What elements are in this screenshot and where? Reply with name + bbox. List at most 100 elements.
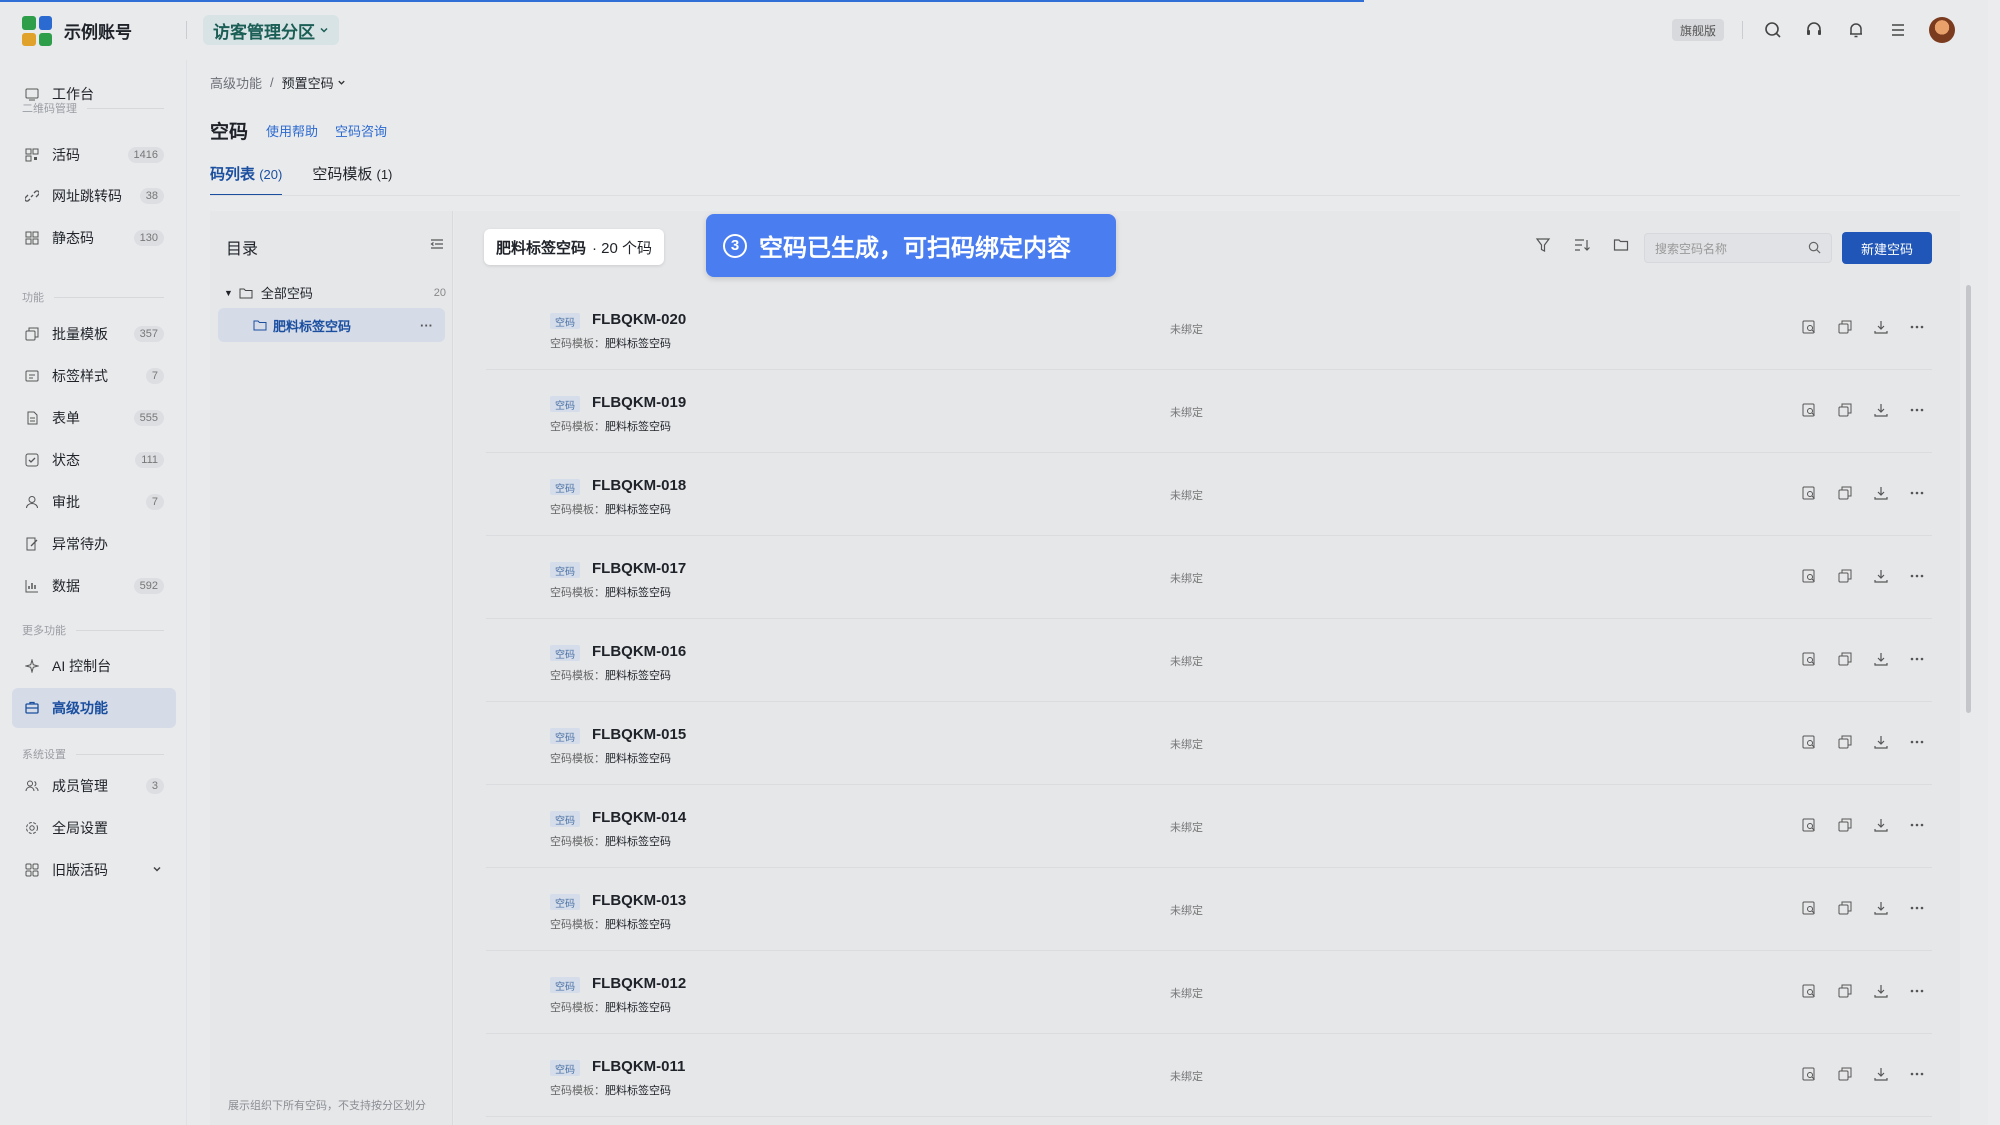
code-name[interactable]: FLBQKM-017 bbox=[592, 560, 686, 577]
copy-icon[interactable] bbox=[1836, 484, 1854, 502]
sidebar-item-data[interactable]: 数据 592 bbox=[12, 566, 176, 606]
preview-icon[interactable] bbox=[1800, 484, 1818, 502]
code-name[interactable]: FLBQKM-019 bbox=[592, 394, 686, 411]
sidebar-item-live-code[interactable]: 活码 1416 bbox=[12, 135, 176, 175]
help-link[interactable]: 使用帮助 bbox=[266, 121, 318, 140]
tab-code-list[interactable]: 码列表 (20) bbox=[210, 163, 283, 196]
breadcrumb-parent[interactable]: 高级功能 bbox=[210, 73, 262, 92]
sidebar-item-form[interactable]: 表单 555 bbox=[12, 398, 176, 438]
sidebar-item-batch-template[interactable]: 批量模板 357 bbox=[12, 314, 176, 354]
sidebar-item-approval[interactable]: 审批 7 bbox=[12, 482, 176, 522]
copy-icon[interactable] bbox=[1836, 733, 1854, 751]
list-item[interactable]: 空码 FLBQKM-018 空码模板：肥料标签空码 未绑定 bbox=[486, 453, 1932, 536]
preview-icon[interactable] bbox=[1800, 318, 1818, 336]
bell-icon[interactable] bbox=[1844, 18, 1868, 42]
tree-node-fertilizer[interactable]: 肥料标签空码 ··· bbox=[218, 308, 445, 342]
download-icon[interactable] bbox=[1872, 1065, 1890, 1083]
user-avatar[interactable] bbox=[1929, 17, 1955, 43]
sidebar-item-legacy-code[interactable]: 旧版活码 bbox=[12, 850, 176, 890]
tab-empty-template[interactable]: 空码模板 (1) bbox=[312, 163, 392, 196]
sidebar-item-static-code[interactable]: 静态码 130 bbox=[12, 218, 176, 258]
download-icon[interactable] bbox=[1872, 484, 1890, 502]
more-icon[interactable]: ··· bbox=[420, 318, 433, 333]
sort-icon[interactable] bbox=[1574, 237, 1590, 258]
copy-icon[interactable] bbox=[1836, 567, 1854, 585]
preview-icon[interactable] bbox=[1800, 816, 1818, 834]
sidebar-item-advanced[interactable]: 高级功能 bbox=[12, 688, 176, 728]
preview-icon[interactable] bbox=[1800, 567, 1818, 585]
download-icon[interactable] bbox=[1872, 733, 1890, 751]
list-item[interactable]: 空码 FLBQKM-012 空码模板：肥料标签空码 未绑定 bbox=[486, 951, 1932, 1034]
copy-icon[interactable] bbox=[1836, 816, 1854, 834]
list-item[interactable]: 空码 FLBQKM-015 空码模板：肥料标签空码 未绑定 bbox=[486, 702, 1932, 785]
chevron-down-icon[interactable] bbox=[337, 75, 346, 90]
code-name[interactable]: FLBQKM-013 bbox=[592, 892, 686, 909]
list-item[interactable]: 空码 FLBQKM-014 空码模板：肥料标签空码 未绑定 bbox=[486, 785, 1932, 868]
search-icon[interactable] bbox=[1761, 18, 1785, 42]
copy-icon[interactable] bbox=[1836, 650, 1854, 668]
more-icon[interactable] bbox=[1908, 567, 1926, 585]
tree-node-all[interactable]: ▼ 全部空码 20 bbox=[224, 283, 446, 302]
partition-selector[interactable]: 访客管理分区 bbox=[203, 15, 339, 45]
copy-icon[interactable] bbox=[1836, 899, 1854, 917]
preview-icon[interactable] bbox=[1800, 982, 1818, 1000]
new-empty-code-button[interactable]: 新建空码 bbox=[1842, 232, 1932, 264]
download-icon[interactable] bbox=[1872, 982, 1890, 1000]
download-icon[interactable] bbox=[1872, 816, 1890, 834]
list-item[interactable]: 空码 FLBQKM-016 空码模板：肥料标签空码 未绑定 bbox=[486, 619, 1932, 702]
sidebar-item-members[interactable]: 成员管理 3 bbox=[12, 766, 176, 806]
folder-icon[interactable] bbox=[1613, 237, 1629, 258]
list-scrollbar-thumb[interactable] bbox=[1966, 285, 1971, 713]
download-icon[interactable] bbox=[1872, 567, 1890, 585]
preview-icon[interactable] bbox=[1800, 733, 1818, 751]
sidebar-item-label-style[interactable]: 标签样式 7 bbox=[12, 356, 176, 396]
code-name[interactable]: FLBQKM-016 bbox=[592, 643, 686, 660]
code-name[interactable]: FLBQKM-020 bbox=[592, 311, 686, 328]
breadcrumb-current[interactable]: 预置空码 bbox=[282, 73, 334, 92]
caret-down-icon[interactable]: ▼ bbox=[224, 288, 233, 298]
code-name[interactable]: FLBQKM-014 bbox=[592, 809, 686, 826]
menu-icon[interactable] bbox=[1886, 18, 1910, 42]
sidebar-item-ai-console[interactable]: AI 控制台 bbox=[12, 646, 176, 686]
sidebar-item-status[interactable]: 状态 111 bbox=[12, 440, 176, 480]
copy-icon[interactable] bbox=[1836, 318, 1854, 336]
more-icon[interactable] bbox=[1908, 650, 1926, 668]
list-item[interactable]: 空码 FLBQKM-019 空码模板：肥料标签空码 未绑定 bbox=[486, 370, 1932, 453]
download-icon[interactable] bbox=[1872, 650, 1890, 668]
more-icon[interactable] bbox=[1908, 1065, 1926, 1083]
sidebar-item-exception[interactable]: 异常待办 bbox=[12, 524, 176, 564]
download-icon[interactable] bbox=[1872, 401, 1890, 419]
code-name[interactable]: FLBQKM-018 bbox=[592, 477, 686, 494]
more-icon[interactable] bbox=[1908, 816, 1926, 834]
list-item[interactable]: 空码 FLBQKM-020 空码模板：肥料标签空码 未绑定 bbox=[486, 287, 1932, 370]
preview-icon[interactable] bbox=[1800, 650, 1818, 668]
app-logo[interactable] bbox=[22, 16, 52, 46]
more-icon[interactable] bbox=[1908, 484, 1926, 502]
search-input[interactable]: 搜索空码名称 bbox=[1644, 233, 1832, 263]
copy-icon[interactable] bbox=[1836, 401, 1854, 419]
code-name[interactable]: FLBQKM-012 bbox=[592, 975, 686, 992]
copy-icon[interactable] bbox=[1836, 982, 1854, 1000]
more-icon[interactable] bbox=[1908, 318, 1926, 336]
window-scrollbar[interactable] bbox=[1988, 0, 2000, 1125]
account-name[interactable]: 示例账号 bbox=[64, 18, 132, 43]
list-item[interactable]: 空码 FLBQKM-013 空码模板：肥料标签空码 未绑定 bbox=[486, 868, 1932, 951]
download-icon[interactable] bbox=[1872, 318, 1890, 336]
headset-icon[interactable] bbox=[1802, 18, 1826, 42]
filter-icon[interactable] bbox=[1535, 237, 1551, 258]
sidebar-item-url-code[interactable]: 网址跳转码 38 bbox=[12, 176, 176, 216]
code-name[interactable]: FLBQKM-011 bbox=[592, 1058, 685, 1075]
list-item[interactable]: 空码 FLBQKM-011 空码模板：肥料标签空码 未绑定 bbox=[486, 1034, 1932, 1117]
copy-icon[interactable] bbox=[1836, 1065, 1854, 1083]
more-icon[interactable] bbox=[1908, 899, 1926, 917]
collapse-panel-icon[interactable] bbox=[430, 237, 444, 256]
sidebar-item-global-settings[interactable]: 全局设置 bbox=[12, 808, 176, 848]
preview-icon[interactable] bbox=[1800, 899, 1818, 917]
download-icon[interactable] bbox=[1872, 899, 1890, 917]
code-name[interactable]: FLBQKM-015 bbox=[592, 726, 686, 743]
preview-icon[interactable] bbox=[1800, 1065, 1818, 1083]
more-icon[interactable] bbox=[1908, 982, 1926, 1000]
more-icon[interactable] bbox=[1908, 733, 1926, 751]
preview-icon[interactable] bbox=[1800, 401, 1818, 419]
more-icon[interactable] bbox=[1908, 401, 1926, 419]
